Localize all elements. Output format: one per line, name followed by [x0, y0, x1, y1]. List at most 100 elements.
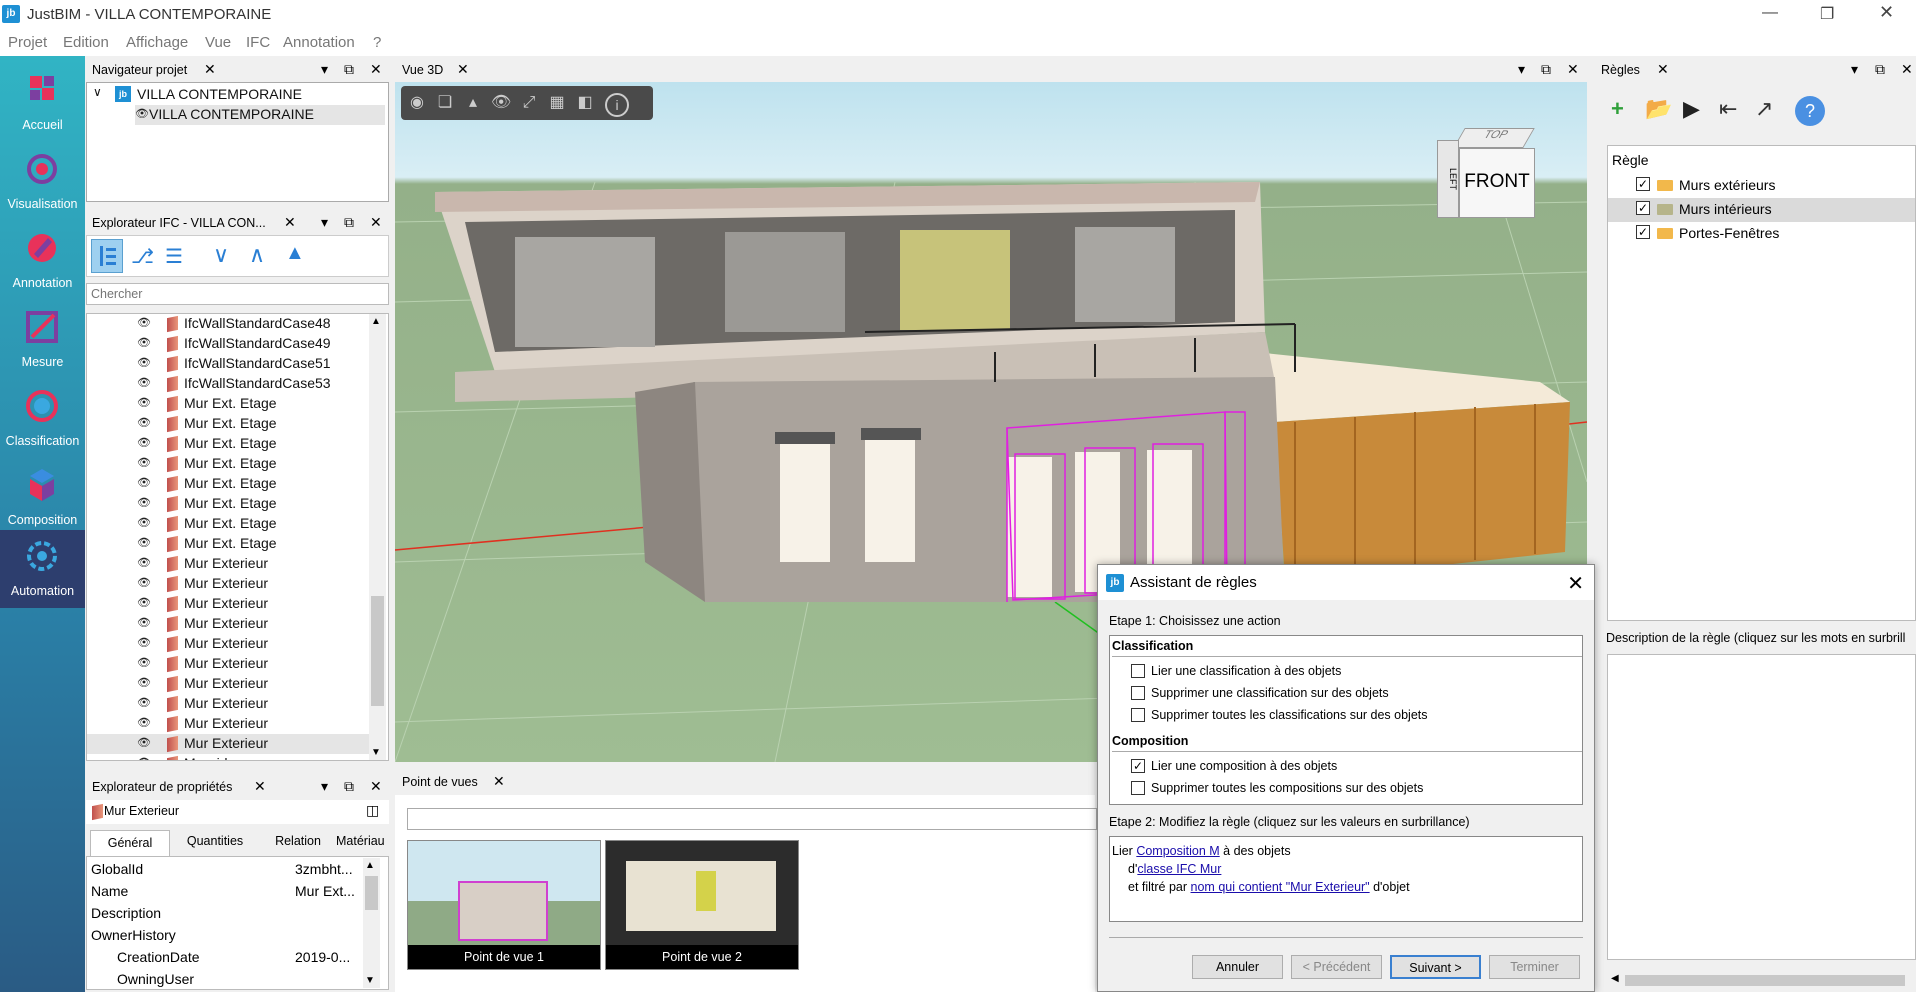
nav-composition[interactable]: Composition [0, 459, 85, 537]
next-button[interactable]: Suivant > [1390, 955, 1481, 979]
viewpoint-thumb-2[interactable]: Point de vue 2 [605, 840, 799, 970]
ifc-tree-item[interactable]: 👁 Mur Exterieur [87, 734, 370, 754]
ifc-tree-item[interactable]: 👁 Mur Exterieur [87, 594, 370, 614]
option-link-composition[interactable]: ✓ Lier une composition à des objets [1131, 759, 1337, 773]
close-tab-icon[interactable]: ✕ [284, 214, 296, 231]
rules-hscrollbar[interactable]: ◀ [1607, 972, 1916, 989]
close-tab-icon[interactable]: ✕ [254, 778, 266, 795]
eye-icon[interactable]: 👁 [137, 516, 151, 529]
float-icon[interactable]: ⧉ [344, 778, 354, 795]
eye-icon[interactable]: 👁 [137, 556, 151, 569]
eye-icon[interactable]: 👁 [137, 756, 151, 760]
person-icon[interactable]: ▴ [463, 93, 483, 113]
ifc-tree-item[interactable]: 👁 Mur Exterieur [87, 694, 370, 714]
composition-link[interactable]: Composition M [1136, 844, 1219, 858]
export-icon[interactable]: ↗ [1755, 96, 1773, 122]
ifc-tree-item[interactable]: 👁 Mur Ext. Etage [87, 434, 370, 454]
expand-all-icon[interactable]: ∨ [213, 242, 229, 268]
clip-icon[interactable]: ◧ [575, 93, 595, 113]
scroll-down-icon[interactable]: ▼ [365, 975, 375, 986]
scroll-thumb[interactable] [1625, 975, 1905, 986]
scroll-down-icon[interactable]: ▼ [371, 747, 381, 758]
option-remove-all-classifications[interactable]: Supprimer toutes les classifications sur… [1131, 708, 1428, 722]
menu-projet[interactable]: Projet [8, 34, 47, 51]
name-filter-link[interactable]: nom qui contient "Mur Exterieur" [1191, 880, 1370, 894]
close-dialog-icon[interactable]: ✕ [1567, 571, 1584, 596]
viewpoint-input[interactable] [407, 808, 1097, 830]
eye-icon[interactable]: 👁 [137, 436, 151, 449]
option-remove-all-compositions[interactable]: Supprimer toutes les compositions sur de… [1131, 781, 1423, 795]
checkbox[interactable] [1131, 781, 1145, 795]
collapse-all-icon[interactable]: ∧ [249, 242, 265, 268]
nav-classification[interactable]: Classification [0, 380, 85, 458]
ifc-tree-item[interactable]: 👁 Mur Exterieur [87, 614, 370, 634]
close-panel-icon[interactable]: ✕ [370, 778, 382, 795]
option-remove-classification[interactable]: Supprimer une classification sur des obj… [1131, 686, 1389, 700]
close-window-icon[interactable]: ✕ [1879, 2, 1894, 23]
ifc-tree-item[interactable]: 👁 Mur Exterieur [87, 574, 370, 594]
float-icon[interactable]: ⧉ [344, 61, 354, 78]
eye-icon[interactable]: 👁 [137, 356, 151, 369]
ifc-tree-item[interactable]: 👁 Mur Ext. Etage [87, 514, 370, 534]
menu-edition[interactable]: Edition [63, 34, 109, 51]
eye-icon[interactable]: 👁 [137, 656, 151, 669]
ifc-tree-item[interactable]: 👁 IfcWallStandardCase48 [87, 314, 370, 334]
checkbox[interactable] [1131, 708, 1145, 722]
close-panel-icon[interactable]: ✕ [370, 61, 382, 78]
ifc-class-link[interactable]: classe IFC Mur [1137, 862, 1221, 876]
scroll-left-icon[interactable]: ◀ [1611, 973, 1619, 984]
run-icon[interactable]: ▶ [1683, 96, 1700, 122]
ifc-tree-item[interactable]: 👁 Mur Ext. Etage [87, 394, 370, 414]
ifc-tree-item[interactable]: 👁 Mur Ext. Etage [87, 534, 370, 554]
close-tab-icon[interactable]: ✕ [457, 61, 469, 78]
rule-item-1[interactable]: ✓ Murs extérieurs [1608, 174, 1915, 198]
tree-view-button[interactable] [91, 239, 123, 273]
eye-icon[interactable]: 👁 [137, 396, 151, 409]
help-icon[interactable]: ? [1795, 96, 1825, 126]
info-icon[interactable]: i [605, 93, 629, 117]
nav-visualisation[interactable]: Visualisation [0, 143, 85, 221]
eye-icon[interactable]: 👁 [137, 376, 151, 389]
float-icon[interactable]: ⧉ [1875, 61, 1885, 78]
eye-icon[interactable]: 👁 [137, 336, 151, 349]
eye-icon[interactable]: 👁 [137, 456, 151, 469]
navigation-cube[interactable]: TOP LEFT FRONT [1437, 128, 1537, 228]
eye-icon[interactable]: 👁 [135, 107, 149, 120]
ifc-tree-item[interactable]: 👁 IfcWallStandardCase51 [87, 354, 370, 374]
scroll-up-icon[interactable]: ▲ [365, 860, 375, 871]
close-tab-icon[interactable]: ✕ [1657, 61, 1669, 78]
add-rule-icon[interactable]: + [1611, 96, 1624, 122]
cube-front-face[interactable]: FRONT [1459, 148, 1535, 218]
eye-icon[interactable]: 👁 [137, 676, 151, 689]
tab-general[interactable]: Général [90, 830, 170, 856]
ifc-search-input[interactable] [86, 283, 389, 305]
hierarchy-icon[interactable]: ⎇ [131, 244, 154, 269]
rule-checkbox-3[interactable]: ✓ [1636, 225, 1650, 239]
close-panel-icon[interactable]: ✕ [1901, 61, 1913, 78]
rule-checkbox-1[interactable]: ✓ [1636, 177, 1650, 191]
cube-top-face[interactable]: TOP [1453, 128, 1535, 148]
nav-automation[interactable]: Automation [0, 530, 85, 608]
eye-icon[interactable]: 👁 [137, 476, 151, 489]
viewpoint-thumb-1[interactable]: Point de vue 1 [407, 840, 601, 970]
ifc-tree-item[interactable]: 👁 Mur Exterieur [87, 634, 370, 654]
rule-item-2[interactable]: ✓ Murs intérieurs [1608, 198, 1915, 222]
checkbox[interactable] [1131, 686, 1145, 700]
ifc-tree-item[interactable]: 👁 Mur Ext. Etage [87, 474, 370, 494]
rule-checkbox-2[interactable]: ✓ [1636, 201, 1650, 215]
previous-button[interactable]: < Précédent [1291, 955, 1382, 979]
tab-materiau[interactable]: Matériau [336, 834, 386, 848]
nav-mesure[interactable]: Mesure [0, 301, 85, 379]
dropdown-icon[interactable]: ▾ [1851, 61, 1858, 78]
section-icon[interactable]: ▦ [547, 93, 567, 113]
checkbox[interactable]: ✓ [1131, 759, 1145, 773]
ifc-tree-item[interactable]: 👁 Mur Exterieur [87, 714, 370, 734]
menu-annotation[interactable]: Annotation [283, 34, 355, 51]
expand-icon[interactable]: ∨ [93, 85, 102, 99]
menu-vue[interactable]: Vue [205, 34, 231, 51]
eye-icon[interactable]: 👁 [137, 576, 151, 589]
minimize-icon[interactable]: — [1762, 4, 1778, 22]
rule-item-3[interactable]: ✓ Portes-Fenêtres [1608, 222, 1915, 246]
orbit-icon[interactable]: ◉ [407, 93, 427, 113]
eye-icon[interactable]: 👁 [137, 316, 151, 329]
